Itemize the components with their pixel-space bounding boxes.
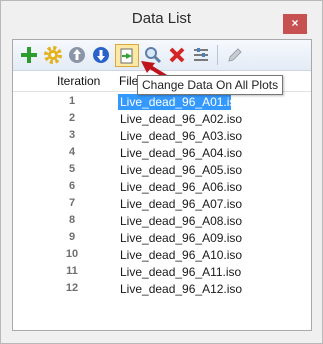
list-settings-button[interactable] <box>191 45 211 65</box>
move-up-button[interactable] <box>67 45 87 65</box>
iteration-cell: 6 <box>68 180 76 192</box>
file-cell[interactable]: Live_dead_96_A01.iso <box>118 94 242 110</box>
data-list-window: Data List × Iteration File 1 Live_dead_9… <box>0 0 323 344</box>
arrow-down-circle-icon <box>93 47 109 63</box>
table-row[interactable]: 9 Live_dead_96_A09.iso <box>13 230 311 247</box>
column-header-file[interactable]: File <box>119 74 138 88</box>
table-row[interactable]: 10 Live_dead_96_A10.iso <box>13 247 311 264</box>
iteration-cell: 11 <box>66 265 78 277</box>
edit-icon <box>228 48 242 62</box>
iteration-cell: 7 <box>68 197 76 209</box>
file-cell[interactable]: Live_dead_96_A10.iso <box>118 247 242 263</box>
iteration-cell: 4 <box>68 146 76 158</box>
table-row[interactable]: 2 Live_dead_96_A02.iso <box>13 111 311 128</box>
iteration-cell: 3 <box>68 129 76 141</box>
list-settings-icon <box>194 48 208 61</box>
file-cell[interactable]: Live_dead_96_A07.iso <box>118 196 242 212</box>
table-row[interactable]: 3 Live_dead_96_A03.iso <box>13 128 311 145</box>
file-cell[interactable]: Live_dead_96_A04.iso <box>118 145 242 161</box>
table-row[interactable]: 6 Live_dead_96_A06.iso <box>13 179 311 196</box>
table-row[interactable]: 4 Live_dead_96_A04.iso <box>13 145 311 162</box>
arrow-up-circle-icon <box>69 47 85 63</box>
iteration-cell: 10 <box>65 248 79 260</box>
table-row[interactable]: 1 Live_dead_96_A01.iso <box>13 94 311 111</box>
add-icon <box>21 47 37 63</box>
close-button[interactable]: × <box>283 14 307 34</box>
iteration-cell: 5 <box>68 163 76 175</box>
settings-button[interactable] <box>43 45 63 65</box>
file-cell[interactable]: Live_dead_96_A11.iso <box>118 264 241 280</box>
title-bar[interactable]: Data List × <box>1 1 322 37</box>
table-row[interactable]: 11 Live_dead_96_A11.iso <box>13 264 311 281</box>
column-header-iteration[interactable]: Iteration <box>57 74 100 88</box>
iteration-cell: 12 <box>65 282 79 294</box>
file-cell[interactable]: Live_dead_96_A02.iso <box>118 111 242 127</box>
edit-button[interactable] <box>225 45 245 65</box>
file-cell[interactable]: Live_dead_96_A09.iso <box>118 230 242 246</box>
iteration-cell: 8 <box>68 214 76 226</box>
gear-icon <box>44 46 62 64</box>
change-data-button[interactable] <box>115 44 139 67</box>
file-cell[interactable]: Live_dead_96_A06.iso <box>118 179 242 195</box>
iteration-cell: 1 <box>68 95 76 107</box>
table-row[interactable]: 12 Live_dead_96_A12.iso <box>13 281 311 298</box>
tooltip: Change Data On All Plots <box>137 75 284 95</box>
add-button[interactable] <box>19 45 39 65</box>
table-row[interactable]: 5 Live_dead_96_A05.iso <box>13 162 311 179</box>
file-cell[interactable]: Live_dead_96_A12.iso <box>118 281 242 297</box>
table-row[interactable]: 8 Live_dead_96_A08.iso <box>13 213 311 230</box>
iteration-cell: 9 <box>68 231 76 243</box>
file-cell[interactable]: Live_dead_96_A03.iso <box>118 128 242 144</box>
iteration-cell: 2 <box>68 112 76 124</box>
move-down-button[interactable] <box>91 45 111 65</box>
toolbar-separator <box>217 45 218 65</box>
window-title: Data List <box>131 10 192 27</box>
file-cell[interactable]: Live_dead_96_A08.iso <box>118 213 242 229</box>
change-data-icon <box>120 48 133 64</box>
table-row[interactable]: 7 Live_dead_96_A07.iso <box>13 196 311 213</box>
file-cell[interactable]: Live_dead_96_A05.iso <box>118 162 242 178</box>
